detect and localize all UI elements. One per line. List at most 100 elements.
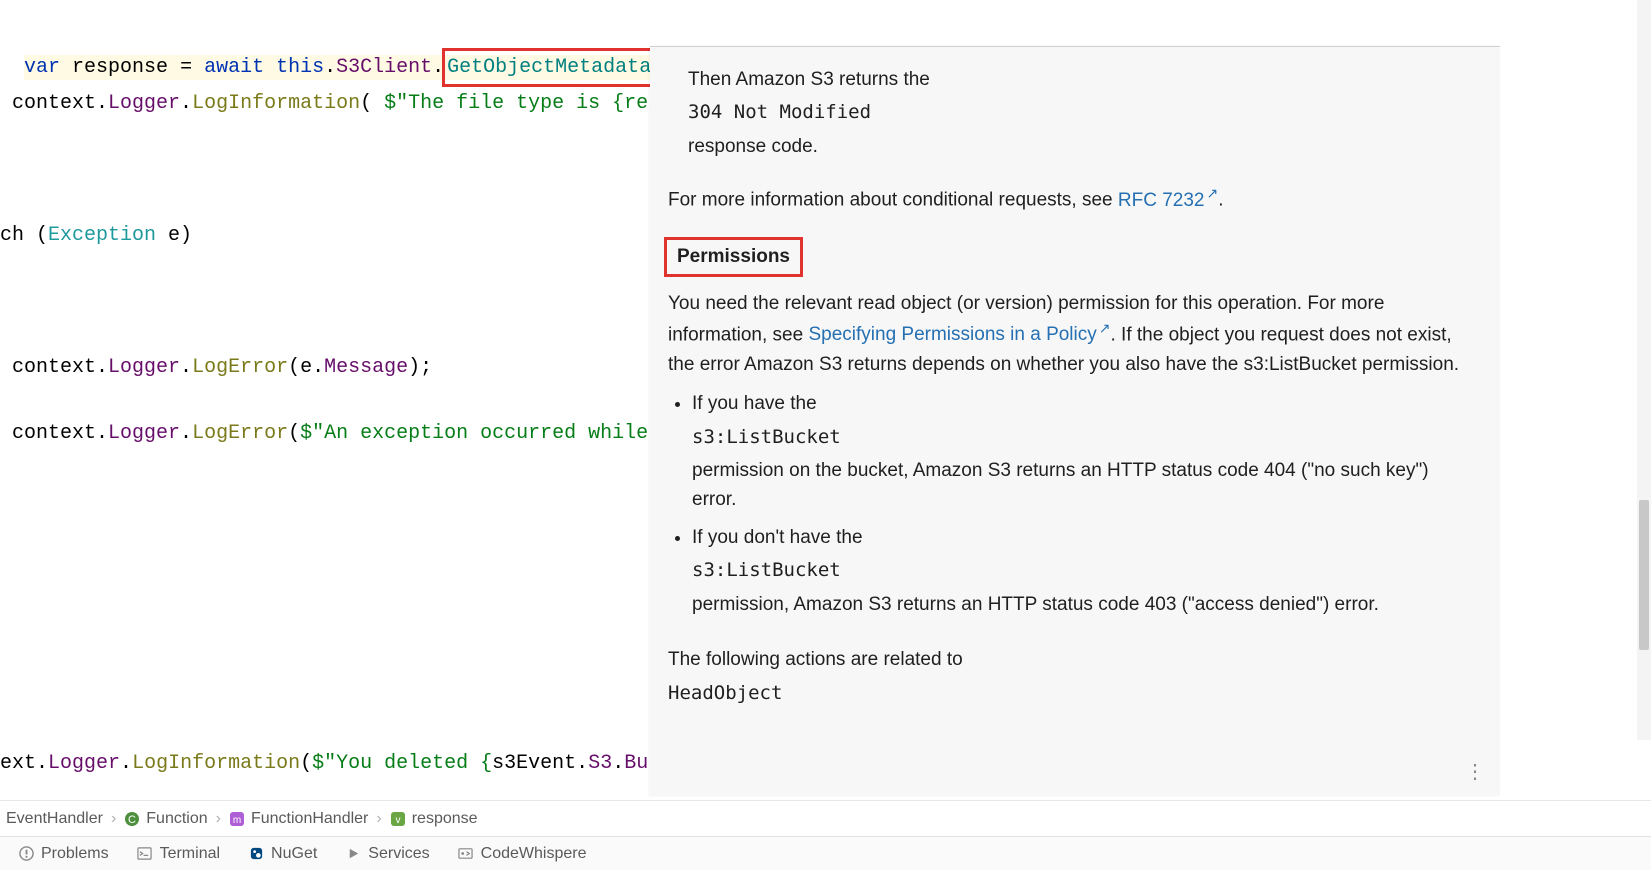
doc-text: . <box>1218 190 1223 211</box>
breadcrumb-label: EventHandler <box>6 810 103 828</box>
punct: . <box>96 92 108 115</box>
punct: . <box>36 752 48 775</box>
member: Logger <box>48 752 120 775</box>
member: Logger <box>108 92 180 115</box>
breadcrumb-item-function[interactable]: C Function <box>124 810 207 828</box>
documentation-popup[interactable]: Then Amazon S3 returns the 304 Not Modif… <box>650 46 1500 796</box>
breadcrumb-separator: › <box>216 810 221 828</box>
breadcrumb-label: Function <box>146 810 207 828</box>
doc-text: permission on the bucket, Amazon S3 retu… <box>692 456 1476 515</box>
identifier: e <box>300 356 312 379</box>
more-icon[interactable]: ⋮ <box>1465 757 1486 788</box>
punct: . <box>576 752 588 775</box>
punct: . <box>612 752 624 775</box>
punct: . <box>180 92 192 115</box>
external-link-icon: ↗ <box>1207 185 1219 201</box>
identifier: context <box>0 92 96 115</box>
doc-text: s3:ListBucket <box>692 423 1476 452</box>
method: LogError <box>192 356 288 379</box>
method-icon: m <box>229 811 245 827</box>
type-exception: Exception <box>48 224 156 247</box>
method: LogInformation <box>192 92 360 115</box>
identifier: e) <box>156 224 192 247</box>
identifier: context <box>0 356 96 379</box>
member: Message <box>324 356 408 379</box>
doc-text: 304 Not Modified <box>688 98 1476 127</box>
doc-text: For more information about conditional r… <box>668 190 1118 211</box>
doc-text: For more information about conditional r… <box>668 183 1476 215</box>
breadcrumb-label: FunctionHandler <box>251 810 368 828</box>
method: LogError <box>192 422 288 445</box>
member: Logger <box>108 422 180 445</box>
punct: ); <box>408 356 432 379</box>
variable-icon: v <box>390 811 406 827</box>
string: You deleted { <box>336 752 492 775</box>
string: An exception occurred while <box>324 422 660 445</box>
breadcrumb-item-response[interactable]: v response <box>390 810 478 828</box>
list-item: If you have the s3:ListBucket permission… <box>692 389 1476 515</box>
breadcrumb-separator: › <box>376 810 381 828</box>
punct: ( <box>288 356 300 379</box>
punct: ( <box>300 752 312 775</box>
tab-label: Services <box>368 845 429 863</box>
doc-text: The following actions are related to <box>668 645 1476 674</box>
member: S3 <box>588 752 612 775</box>
punct: ( <box>360 92 384 115</box>
section-permissions: Permissions <box>664 237 803 276</box>
string: $" <box>384 92 408 115</box>
tab-label: NuGet <box>271 845 317 863</box>
method: LogInformation <box>132 752 300 775</box>
tab-terminal[interactable]: Terminal <box>137 845 220 863</box>
punct: . <box>180 356 192 379</box>
doc-text: Then Amazon S3 returns the <box>688 65 1476 94</box>
tab-label: CodeWhispere <box>481 845 587 863</box>
punct: . <box>96 356 108 379</box>
doc-text: permission, Amazon S3 returns an HTTP st… <box>692 590 1476 619</box>
breadcrumb[interactable]: EventHandler › C Function › m FunctionHa… <box>0 800 1651 836</box>
breadcrumb-item-eventhandler[interactable]: EventHandler <box>6 810 103 828</box>
warning-icon <box>18 846 34 862</box>
tab-codewhisperer[interactable]: CodeWhispere <box>458 845 587 863</box>
class-icon: C <box>124 811 140 827</box>
member: Logger <box>108 356 180 379</box>
editor-scrollbar[interactable] <box>1637 0 1651 740</box>
bottom-toolbar: Problems Terminal NuGet Services CodeWhi… <box>0 836 1651 870</box>
services-icon <box>345 846 361 862</box>
link-rfc7232[interactable]: RFC 7232↗ <box>1118 190 1218 211</box>
doc-text: s3:ListBucket <box>692 556 1476 585</box>
identifier: ch ( <box>0 224 48 247</box>
identifier: ext <box>0 752 36 775</box>
punct: . <box>120 752 132 775</box>
identifier: response <box>60 56 180 79</box>
link-specifying-permissions[interactable]: Specifying Permissions in a Policy↗ <box>808 324 1110 345</box>
nuget-icon <box>248 846 264 862</box>
tab-label: Problems <box>41 845 109 863</box>
operator: = <box>180 56 204 79</box>
svg-text:C: C <box>128 814 136 826</box>
doc-text: HeadObject <box>668 679 1476 708</box>
breadcrumb-label: response <box>412 810 478 828</box>
external-link-icon: ↗ <box>1099 320 1111 336</box>
member: Bu <box>624 752 648 775</box>
breadcrumb-item-functionhandler[interactable]: m FunctionHandler <box>229 810 368 828</box>
punct: . <box>180 422 192 445</box>
scrollbar-thumb[interactable] <box>1639 500 1649 650</box>
keyword-await: await <box>204 56 264 79</box>
doc-text: If you have the <box>692 389 1476 418</box>
tab-nuget[interactable]: NuGet <box>248 845 317 863</box>
punct: . <box>312 356 324 379</box>
svg-text:v: v <box>395 815 400 826</box>
identifier: context <box>0 422 96 445</box>
doc-text: If you don't have the <box>692 523 1476 552</box>
string: $" <box>300 422 324 445</box>
keyword-var: var <box>24 56 60 79</box>
doc-text: response code. <box>688 132 1476 161</box>
string: The file type is {res <box>408 92 660 115</box>
tab-label: Terminal <box>160 845 220 863</box>
tab-problems[interactable]: Problems <box>18 845 109 863</box>
tab-services[interactable]: Services <box>345 845 429 863</box>
doc-list: If you have the s3:ListBucket permission… <box>692 389 1476 619</box>
member-s3client: S3Client <box>336 56 432 79</box>
punct: ( <box>288 422 300 445</box>
punct: . <box>96 422 108 445</box>
